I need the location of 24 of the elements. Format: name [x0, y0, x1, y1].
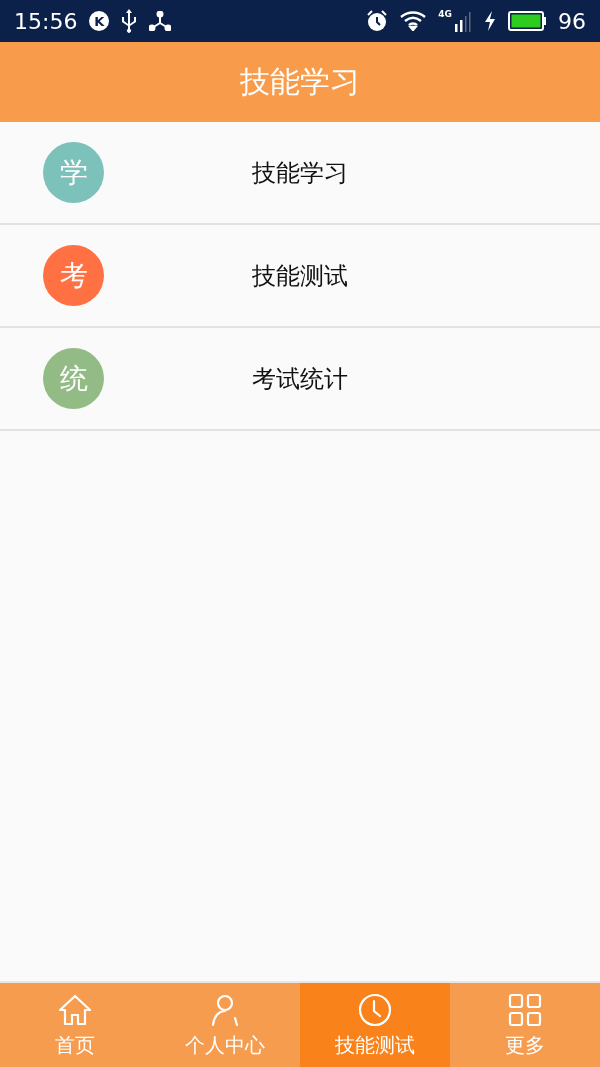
- clock-icon: [357, 991, 393, 1028]
- alarm-icon: [366, 10, 389, 32]
- battery-icon: [508, 11, 546, 31]
- menu-label: 考试统计: [251, 363, 349, 395]
- app-badge: K: [89, 11, 110, 31]
- nav-tab[interactable]: 个人中心: [150, 983, 300, 1067]
- category-icon: 统: [43, 348, 104, 409]
- usb-icon: [121, 9, 138, 33]
- grid-icon: [507, 991, 543, 1028]
- battery-percent: 96: [558, 8, 586, 34]
- clock-time: 15:56: [14, 8, 78, 34]
- share-icon: [149, 11, 172, 31]
- charging-icon: [484, 11, 496, 31]
- nav-tab[interactable]: 更多: [450, 983, 600, 1067]
- signal-icon: [454, 10, 472, 32]
- menu-label: 技能测试: [251, 260, 349, 292]
- page-title: 技能学习: [240, 62, 360, 101]
- wifi-icon: [400, 11, 427, 31]
- nav-tab[interactable]: 首页: [0, 983, 150, 1067]
- category-icon: 考: [43, 245, 104, 306]
- category-icon: 学: [43, 142, 104, 203]
- network-type: 4G: [438, 9, 452, 19]
- nav-tab[interactable]: 技能测试: [300, 983, 450, 1067]
- menu-label: 技能学习: [251, 157, 349, 189]
